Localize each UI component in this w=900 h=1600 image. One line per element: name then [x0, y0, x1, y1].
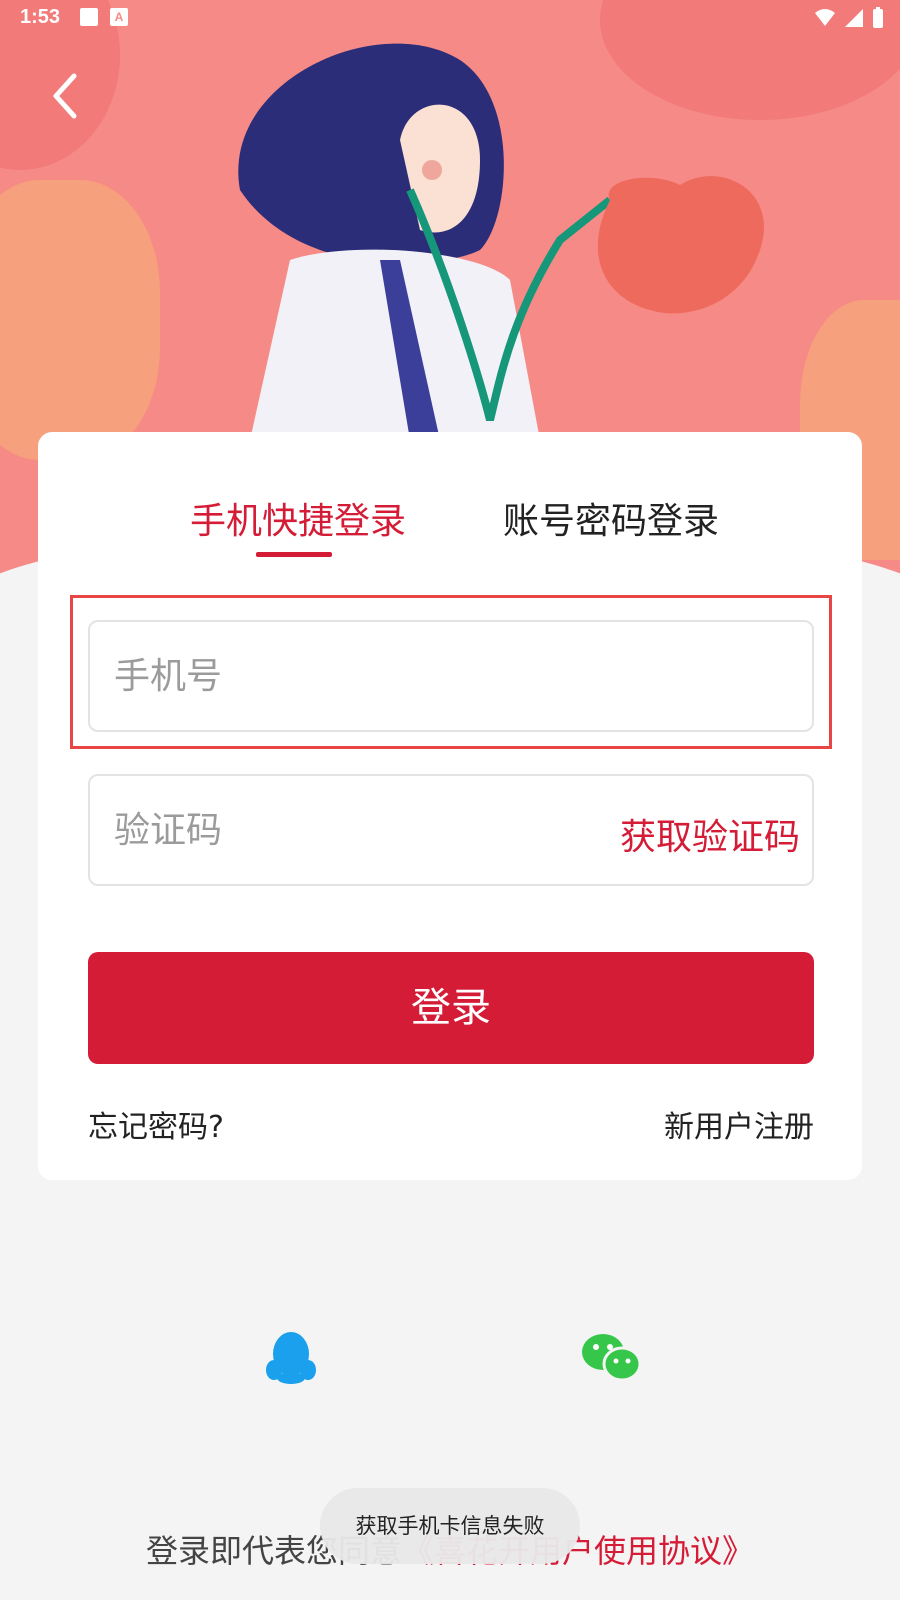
battery-icon — [873, 7, 883, 28]
wechat-icon — [582, 1334, 642, 1382]
back-button[interactable] — [40, 66, 96, 126]
wifi-icon — [815, 9, 835, 26]
image-icon — [80, 8, 98, 26]
register-link[interactable]: 新用户注册 — [664, 1102, 814, 1146]
qq-login-button[interactable] — [262, 1328, 320, 1386]
chevron-left-icon — [53, 73, 77, 119]
login-card: 手机快捷登录 账号密码登录 获取验证码 登录 忘记密码? 新用户注册 — [38, 432, 862, 1180]
active-tab-indicator — [256, 552, 332, 557]
status-bar: 1:53 A — [0, 0, 900, 36]
font-icon: A — [110, 8, 128, 26]
code-field[interactable]: 获取验证码 — [88, 774, 814, 886]
qq-icon — [266, 1332, 316, 1384]
wechat-login-button[interactable] — [580, 1330, 642, 1386]
login-button[interactable]: 登录 — [88, 952, 814, 1064]
signal-icon — [845, 9, 863, 27]
tab-phone-quick-login[interactable]: 手机快捷登录 — [190, 492, 406, 544]
login-tabs: 手机快捷登录 账号密码登录 — [38, 492, 862, 562]
status-time: 1:53 — [20, 6, 61, 28]
doctor-illustration — [238, 43, 764, 440]
get-code-button[interactable]: 获取验证码 — [620, 808, 800, 860]
code-input[interactable] — [114, 776, 594, 884]
phone-input[interactable] — [114, 622, 594, 730]
tab-account-password-login[interactable]: 账号密码登录 — [503, 492, 719, 544]
phone-field[interactable] — [88, 620, 814, 732]
toast-message: 获取手机卡信息失败 — [320, 1488, 580, 1564]
forgot-password-link[interactable]: 忘记密码? — [88, 1102, 224, 1146]
